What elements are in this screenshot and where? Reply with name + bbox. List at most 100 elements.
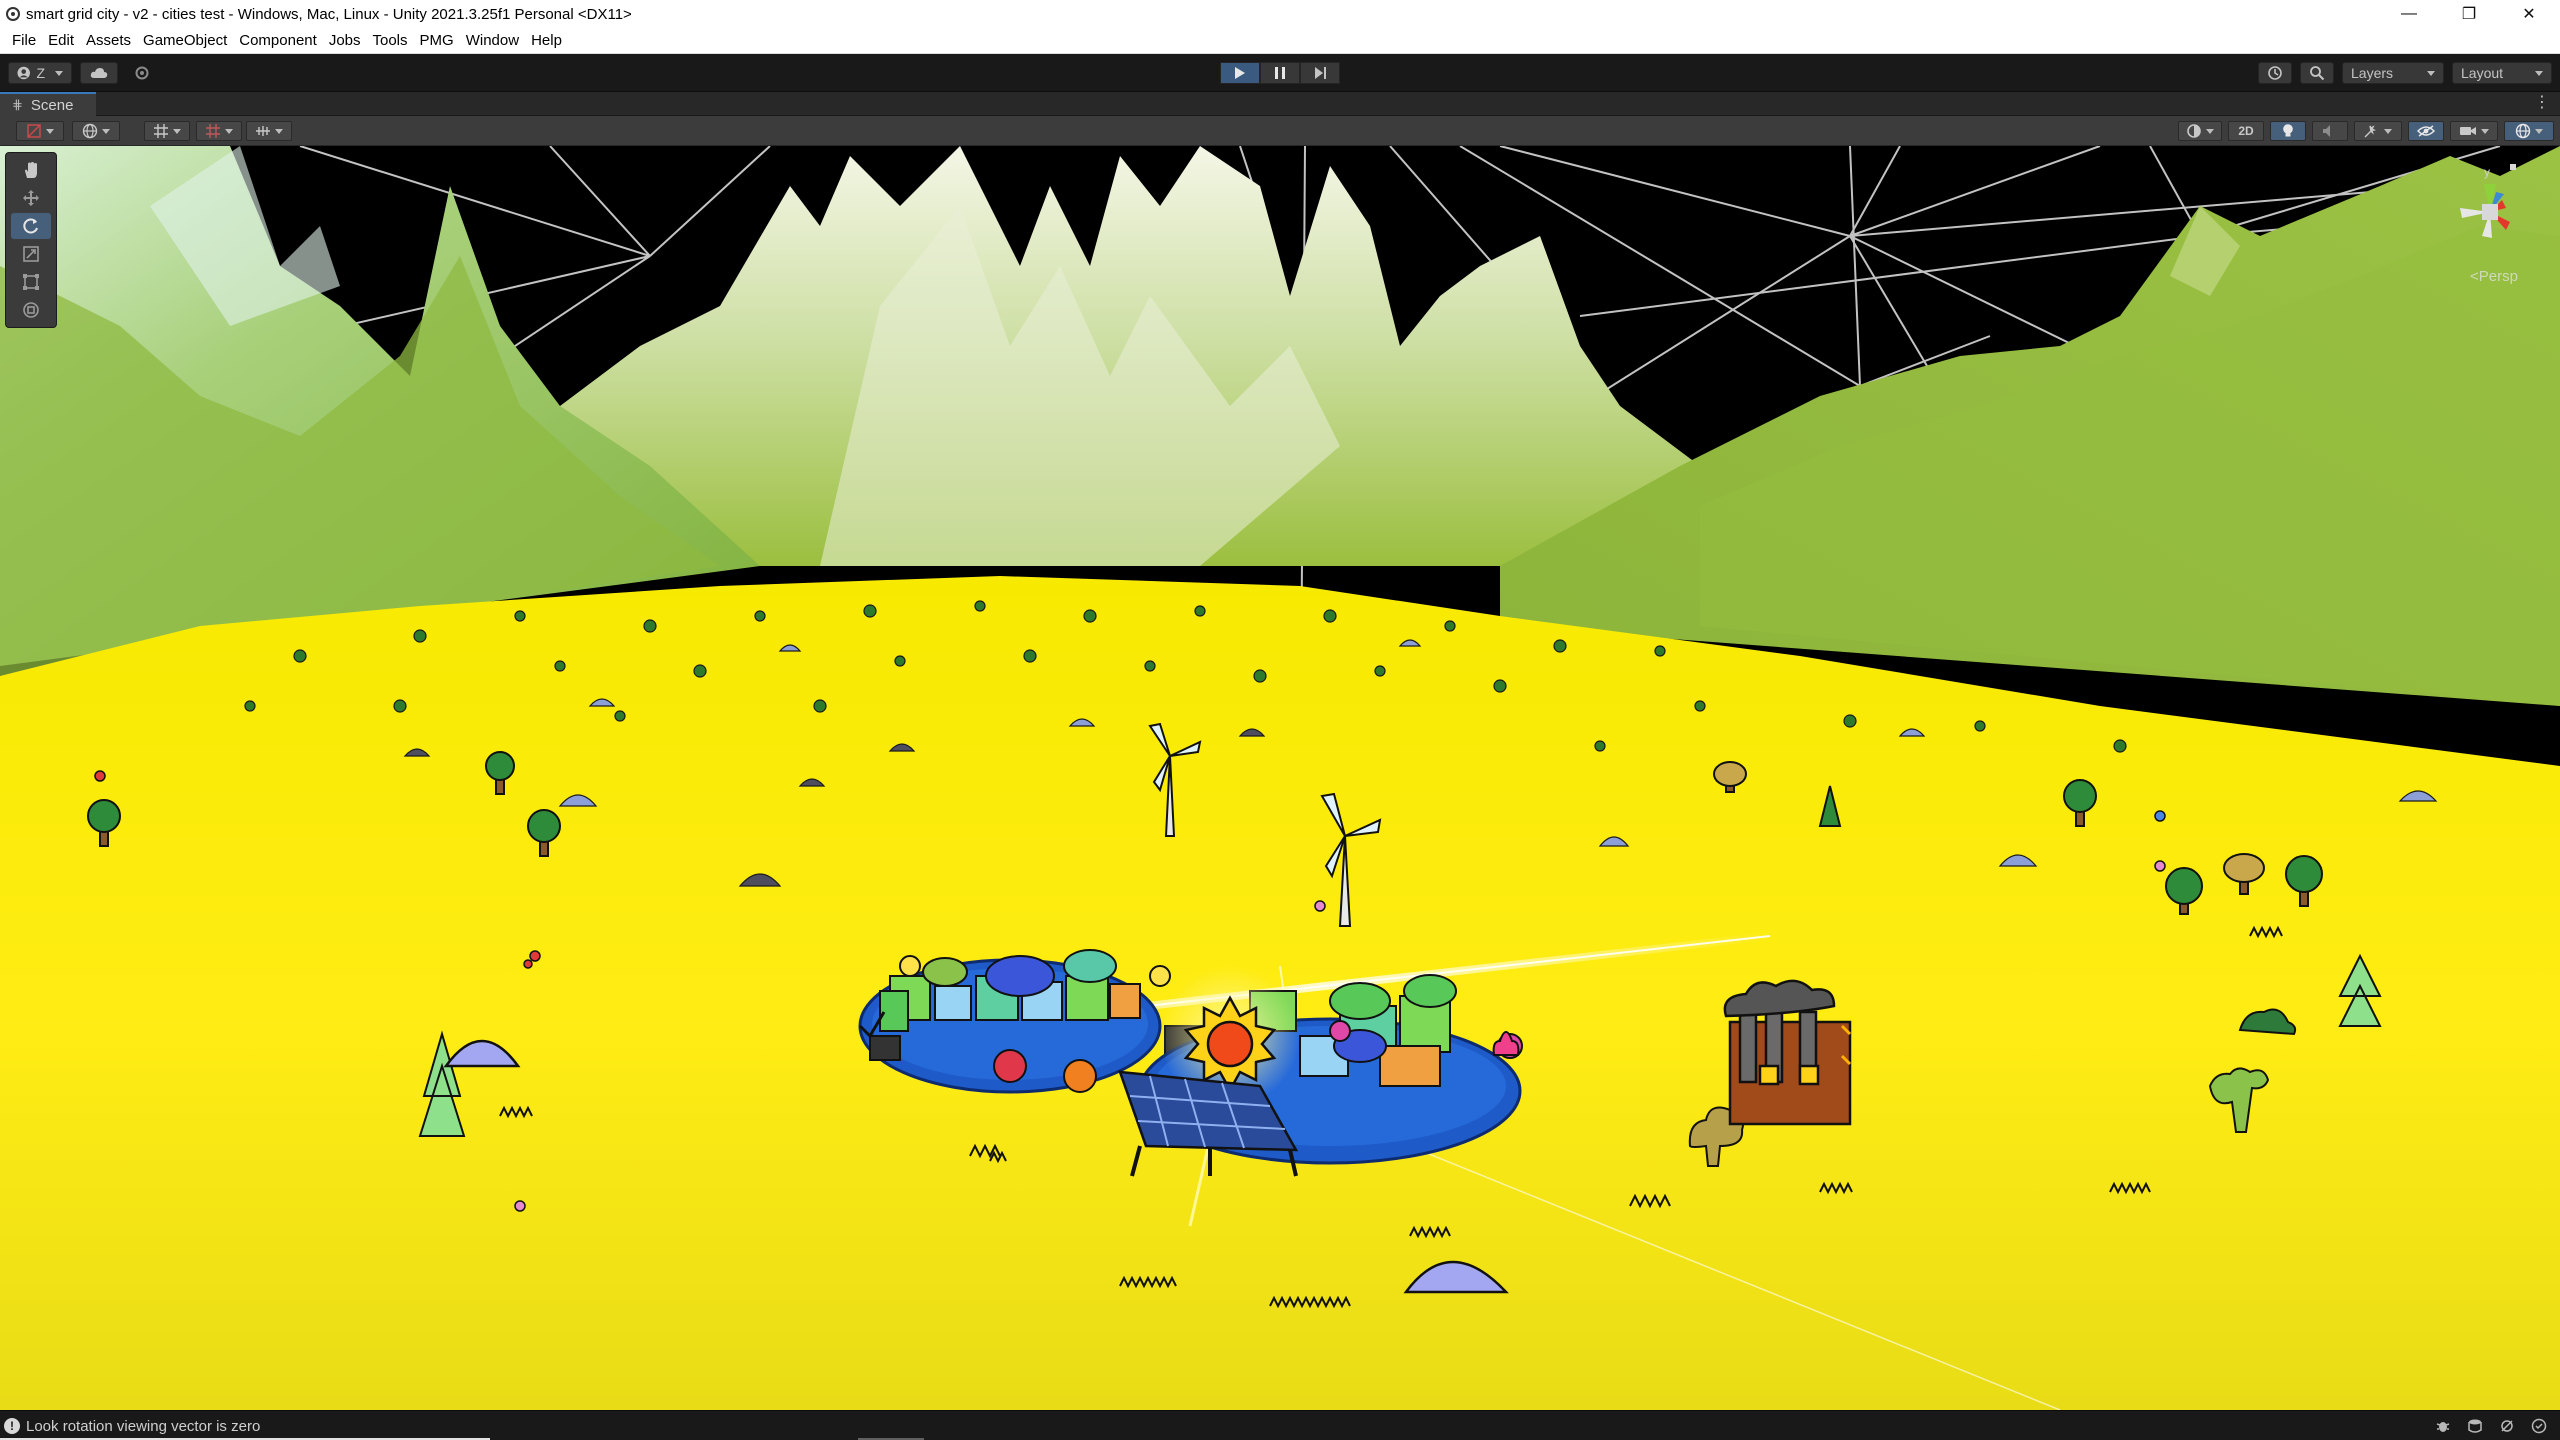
menu-file[interactable]: File bbox=[6, 28, 42, 54]
grid-snap-icon bbox=[154, 124, 168, 138]
step-icon bbox=[1314, 67, 1326, 79]
ruler-snap-dropdown[interactable] bbox=[246, 121, 292, 141]
gizmos-dropdown[interactable] bbox=[2504, 121, 2554, 141]
chevron-down-icon bbox=[225, 128, 233, 134]
cloud-button[interactable] bbox=[80, 62, 118, 84]
hand-tool-button[interactable] bbox=[11, 157, 51, 183]
shading-mode-dropdown[interactable] bbox=[2178, 121, 2222, 141]
move-tool-button[interactable] bbox=[11, 185, 51, 211]
projection-label[interactable]: <Persp bbox=[2470, 268, 2518, 285]
effects-dropdown[interactable] bbox=[2354, 121, 2402, 141]
globe-icon bbox=[82, 123, 98, 139]
chevron-down-icon bbox=[55, 70, 63, 76]
tool-palette bbox=[5, 152, 57, 328]
pause-icon bbox=[1275, 67, 1285, 79]
chevron-down-icon bbox=[2535, 70, 2543, 76]
progress-check-icon[interactable] bbox=[2530, 1418, 2548, 1434]
cloud-icon bbox=[90, 68, 108, 78]
bug-icon[interactable] bbox=[2434, 1418, 2452, 1434]
orientation-gizmo[interactable]: y <Persp bbox=[2448, 150, 2538, 300]
title-bar: smart grid city - v2 - cities test - Win… bbox=[0, 0, 2560, 28]
menu-edit[interactable]: Edit bbox=[42, 28, 80, 54]
hand-icon bbox=[25, 162, 37, 178]
menu-help[interactable]: Help bbox=[525, 28, 568, 54]
transform-tool-button[interactable] bbox=[11, 297, 51, 323]
unity-logo-icon bbox=[6, 7, 20, 21]
menu-assets[interactable]: Assets bbox=[80, 28, 137, 54]
main-toolbar: Z Layers Layout bbox=[0, 54, 2560, 92]
rect-tool-button[interactable] bbox=[11, 269, 51, 295]
lightbulb-icon bbox=[2283, 124, 2293, 137]
lighting-toggle[interactable] bbox=[2270, 121, 2306, 141]
info-icon: ! bbox=[4, 1418, 20, 1434]
audio-toggle[interactable] bbox=[2312, 121, 2348, 141]
menu-tools[interactable]: Tools bbox=[367, 28, 414, 54]
undo-history-button[interactable] bbox=[2258, 62, 2292, 84]
tab-scene[interactable]: ⋕ Scene bbox=[0, 92, 96, 116]
pause-button[interactable] bbox=[1260, 62, 1300, 84]
scene-viewport[interactable]: y <Persp bbox=[0, 146, 2560, 1410]
playmode-controls bbox=[1220, 62, 1340, 84]
auto-generate-lighting-icon[interactable] bbox=[2498, 1418, 2516, 1434]
search-icon bbox=[2310, 66, 2325, 81]
eye-slash-icon bbox=[2417, 125, 2435, 137]
menu-component[interactable]: Component bbox=[233, 28, 323, 54]
increment-snap-dropdown[interactable] bbox=[196, 121, 242, 141]
layers-dropdown[interactable]: Layers bbox=[2342, 62, 2444, 84]
chevron-down-icon bbox=[173, 128, 181, 134]
close-button[interactable]: ✕ bbox=[2500, 0, 2558, 28]
window-title: smart grid city - v2 - cities test - Win… bbox=[26, 6, 632, 23]
collab-button[interactable] bbox=[126, 62, 158, 84]
settings-cog-icon bbox=[135, 66, 149, 80]
chevron-down-icon bbox=[275, 128, 283, 134]
toggle-2d-button[interactable]: 2D bbox=[2228, 121, 2264, 141]
menu-pmg[interactable]: PMG bbox=[414, 28, 460, 54]
speaker-icon bbox=[2323, 125, 2330, 137]
camera-icon bbox=[2460, 127, 2476, 135]
grid-snapping-dropdown[interactable] bbox=[144, 121, 190, 141]
more-options-icon[interactable]: ⋮ bbox=[2534, 95, 2550, 111]
layout-label: Layout bbox=[2461, 65, 2504, 81]
account-dropdown[interactable]: Z bbox=[8, 62, 72, 84]
cache-server-icon[interactable] bbox=[2466, 1418, 2484, 1434]
snap-increment-icon bbox=[206, 124, 220, 138]
camera-settings-dropdown[interactable] bbox=[2450, 121, 2498, 141]
search-button[interactable] bbox=[2300, 62, 2334, 84]
maximize-button[interactable]: ❐ bbox=[2440, 0, 2498, 28]
rect-transform-icon bbox=[23, 274, 39, 290]
history-icon bbox=[2268, 66, 2282, 80]
tab-bar: ⋕ Scene ⋮ bbox=[0, 92, 2560, 116]
status-message[interactable]: Look rotation viewing vector is zero bbox=[26, 1418, 260, 1435]
menu-jobs[interactable]: Jobs bbox=[323, 28, 367, 54]
status-bar: ! Look rotation viewing vector is zero bbox=[0, 1410, 2560, 1440]
scene-toolbar: 2D bbox=[0, 116, 2560, 146]
draw-mode-dropdown[interactable] bbox=[16, 121, 64, 141]
chevron-down-icon bbox=[2384, 128, 2392, 134]
chevron-down-icon bbox=[46, 128, 54, 134]
hidden-objects-toggle[interactable] bbox=[2408, 121, 2444, 141]
scene-render bbox=[0, 146, 2560, 1410]
minimize-button[interactable]: — bbox=[2380, 0, 2438, 28]
account-label: Z bbox=[36, 65, 45, 81]
scale-tool-button[interactable] bbox=[11, 241, 51, 267]
ruler-icon bbox=[256, 126, 270, 136]
shaded-sphere-icon bbox=[2187, 124, 2201, 138]
scale-icon bbox=[23, 246, 39, 262]
play-button[interactable] bbox=[1220, 62, 1260, 84]
layout-dropdown[interactable]: Layout bbox=[2452, 62, 2552, 84]
menu-bar: File Edit Assets GameObject Component Jo… bbox=[0, 28, 2560, 54]
global-local-dropdown[interactable] bbox=[72, 121, 120, 141]
menu-window[interactable]: Window bbox=[460, 28, 525, 54]
chevron-down-icon bbox=[2206, 128, 2214, 134]
effects-icon bbox=[2364, 125, 2377, 138]
account-icon bbox=[17, 66, 30, 80]
step-button[interactable] bbox=[1300, 62, 1340, 84]
rotate-tool-button[interactable] bbox=[11, 213, 51, 239]
gizmos-globe-icon bbox=[2515, 123, 2531, 139]
rotate-icon bbox=[23, 218, 38, 234]
gizmo-y-label: y bbox=[2484, 165, 2490, 179]
chevron-down-icon bbox=[102, 128, 110, 134]
menu-gameobject[interactable]: GameObject bbox=[137, 28, 233, 54]
axis-gizmo-icon: y bbox=[2460, 164, 2516, 238]
draw-mode-icon bbox=[27, 124, 41, 138]
